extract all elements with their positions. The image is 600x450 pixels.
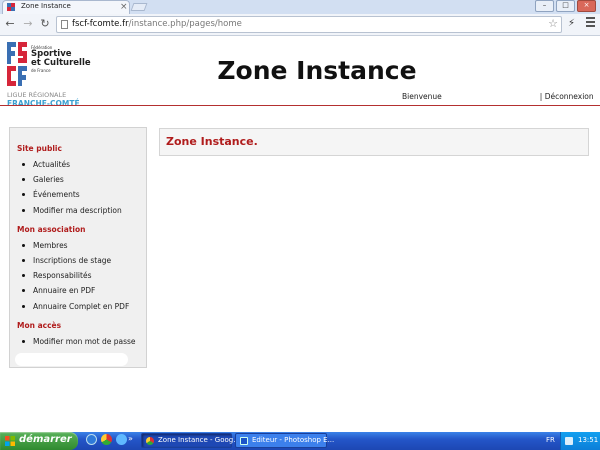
window-controls: – □ × [535,0,596,12]
start-button[interactable]: démarrer [0,432,78,450]
browser-title-bar: Zone Instance × – □ × [0,0,600,14]
tab-close-icon[interactable]: × [120,1,128,13]
sidebar-item-galeries[interactable]: Galeries [22,175,64,184]
sidebar-item-annuaire-complet[interactable]: Annuaire Complet en PDF [22,302,129,311]
sidebar-item-actualites[interactable]: Actualités [22,160,70,169]
new-tab-button[interactable] [130,3,148,11]
back-arrow-icon[interactable]: ← [3,17,17,31]
maximize-icon[interactable]: □ [556,0,575,12]
sidebar-section-title: Mon accès [17,321,62,330]
sidebar-menu: Site public Actualités Galeries Événemen… [9,127,147,368]
sidebar-section-title: Mon association [17,225,86,234]
quick-launch-chevron-icon[interactable]: » [128,434,133,443]
sidebar-item-modifier-description[interactable]: Modifier ma description [22,206,122,215]
logout-link[interactable]: | Déconnexion [540,92,594,101]
start-label: démarrer [19,434,72,445]
photoshop-icon [240,437,248,445]
windows-taskbar: démarrer » Zone Instance - Goog... Edite… [0,432,600,450]
browser-toolbar: ← → ↻ fscf-fcomte.fr/instance.php/pages/… [0,14,600,36]
extension-icon[interactable]: ⚡ [568,18,575,29]
url-text: fscf-fcomte.fr/instance.php/pages/home [72,19,242,29]
bookmark-star-icon[interactable]: ☆ [548,17,558,30]
content-panel: Zone Instance. [159,128,589,156]
quick-launch [86,434,127,445]
minimize-icon[interactable]: – [535,0,554,12]
tray-icon[interactable] [565,437,573,445]
chrome-icon [146,437,154,445]
language-indicator[interactable]: FR [546,436,555,444]
sidebar-item-mot-de-passe[interactable]: Modifier mon mot de passe [22,337,136,346]
welcome-text: Bienvenue [402,92,442,101]
internet-explorer-icon[interactable] [86,434,97,445]
sidebar-footer [15,353,128,366]
clock: 13:51 [578,436,599,444]
sidebar-item-responsabilites[interactable]: Responsabilités [22,271,91,280]
window-close-icon[interactable]: × [577,0,596,12]
sidebar-section-title: Site public [17,144,62,153]
windows-logo-icon [5,436,15,446]
page-title: Zone Instance [217,56,417,85]
header-divider [0,105,600,106]
content-heading: Zone Instance. [166,135,258,148]
chrome-menu-icon[interactable] [586,17,595,29]
sidebar-item-annuaire-pdf[interactable]: Annuaire en PDF [22,286,95,295]
sidebar-item-inscriptions[interactable]: Inscriptions de stage [22,256,111,265]
chrome-icon[interactable] [101,434,112,445]
tab-title: Zone Instance [21,2,71,10]
site-favicon-icon [7,3,15,11]
taskbar-item-label: Editeur - Photoshop E... [252,436,335,444]
logo-ligue: LIGUE RÉGIONALE [7,91,67,99]
system-tray: 13:51 [560,432,600,450]
page-icon [61,20,68,29]
taskbar-item-chrome[interactable]: Zone Instance - Goog... [141,433,240,448]
sidebar-item-membres[interactable]: Membres [22,241,68,250]
forward-arrow-icon[interactable]: → [21,17,35,31]
sidebar-item-evenements[interactable]: Événements [22,190,80,199]
address-bar[interactable]: fscf-fcomte.fr/instance.php/pages/home ☆ [56,16,562,33]
web-page: Fédération Sportive et Culturelle de Fra… [0,36,600,430]
browser-tab[interactable]: Zone Instance × [2,0,130,14]
logo-region: FRANCHE-COMTÉ [7,99,80,108]
reload-icon[interactable]: ↻ [38,17,52,31]
header-links: Bienvenue | Déconnexion [402,92,594,101]
taskbar-item-label: Zone Instance - Goog... [158,436,240,444]
app-shortcut-icon[interactable] [116,434,127,445]
taskbar-item-photoshop[interactable]: Editeur - Photoshop E... [235,433,334,448]
